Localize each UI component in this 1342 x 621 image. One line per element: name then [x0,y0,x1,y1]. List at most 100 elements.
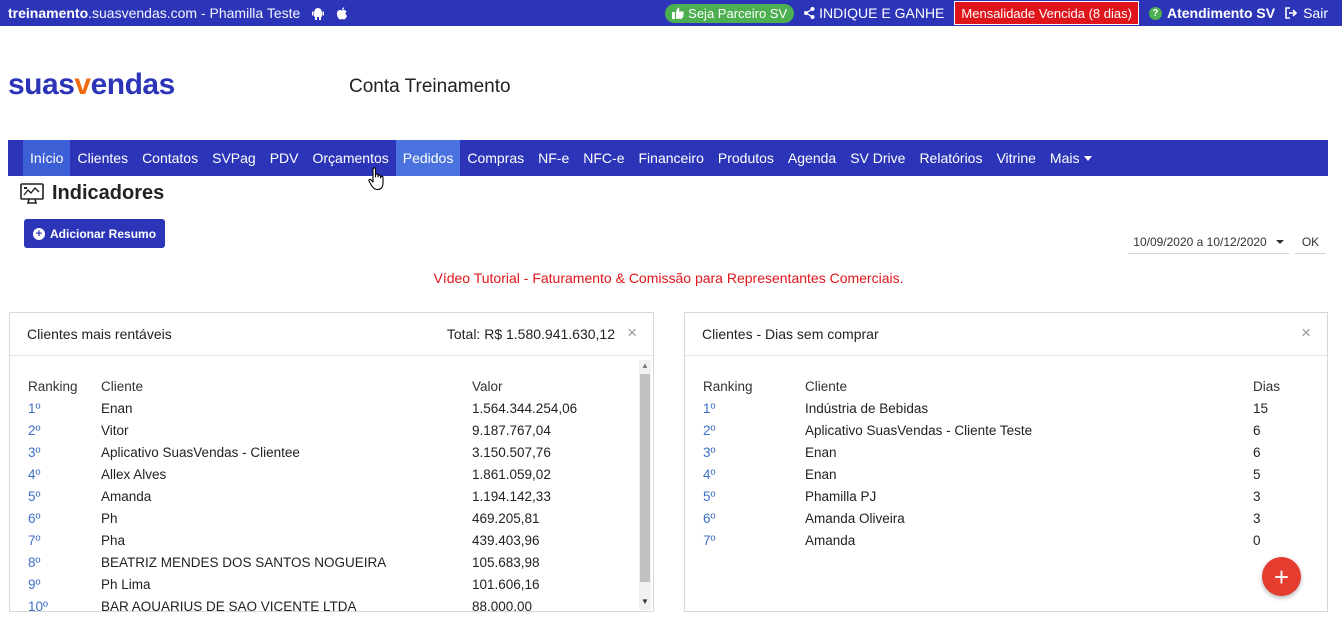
adicionar-resumo-button[interactable]: + Adicionar Resumo [24,219,166,248]
scroll-up-arrow-icon[interactable]: ▲ [641,361,649,370]
table-row[interactable]: 3º Enan 6 [685,441,1327,463]
cell-dias: 5 [1253,466,1261,482]
nav-item-contatos[interactable]: Contatos [135,140,205,176]
cell-ranking: 2º [703,422,716,438]
caret-down-icon [1084,155,1093,161]
panel-scrollbar[interactable]: ▲ ▼ [639,360,651,610]
cell-cliente: Ph Lima [101,576,151,592]
help-icon: ? [1148,6,1162,20]
site-rest: .suasvendas.com - Phamilla Teste [88,5,301,21]
scroll-down-arrow-icon[interactable]: ▼ [641,597,649,606]
cell-ranking: 6º [28,510,41,526]
cell-cliente: Amanda Oliveira [805,510,905,526]
cell-dias: 3 [1253,488,1261,504]
cell-ranking: 3º [28,444,41,460]
clientes-mais-rentaveis-panel: Clientes mais rentáveis Total: R$ 1.580.… [9,312,654,612]
nav-item-nfce[interactable]: NFC-e [576,140,631,176]
apple-icon[interactable] [336,6,348,20]
cell-cliente: Enan [805,466,837,482]
table-row[interactable]: 1º Indústria de Bebidas 15 [685,397,1327,419]
nav-item-relatorios[interactable]: Relatórios [912,140,989,176]
adicionar-resumo-label: Adicionar Resumo [50,226,157,241]
suasvendas-logo[interactable]: suasvendas [8,68,175,102]
col-cliente-header: Cliente [805,378,848,394]
seja-parceiro-button[interactable]: Seja Parceiro SV [665,3,795,23]
nav-item-pedidos[interactable]: Pedidos [395,140,461,176]
close-icon[interactable]: × [627,323,637,343]
indique-e-ganhe-link[interactable]: INDIQUE E GANHE [804,5,944,21]
top-bar: treinamento.suasvendas.com - Phamilla Te… [0,0,1342,26]
mensalidade-vencida-badge[interactable]: Mensalidade Vencida (8 dias) [954,1,1139,25]
nav-item-nfe[interactable]: NF-e [531,140,576,176]
cell-cliente: BAR AQUARIUS DE SAO VICENTE LTDA [101,598,357,612]
cell-ranking: 4º [703,466,716,482]
atendimento-link[interactable]: ? Atendimento SV [1148,5,1275,21]
table-row[interactable]: 8º BEATRIZ MENDES DOS SANTOS NOGUEIRA 105.… [10,551,653,573]
table-row[interactable]: 10º BAR AQUARIUS DE SAO VICENTE LTDA 88.00… [10,595,653,612]
cell-valor: 1.861.059,02 [472,466,551,482]
cell-valor: 9.187.767,04 [472,422,551,438]
nav-item-produtos[interactable]: Produtos [711,140,781,176]
cell-dias: 15 [1253,400,1269,416]
cell-dias: 0 [1253,532,1261,548]
panel-total: Total: R$ 1.580.941.630,12 [446,326,615,342]
video-tutorial-link[interactable]: Vídeo Tutorial - Faturamento & Comissão … [0,270,1337,286]
cell-valor: 3.150.507,76 [472,444,551,460]
col-ranking-header: Ranking [28,378,78,394]
indique-label: INDIQUE E GANHE [819,5,945,21]
rentaveis-table: Ranking Cliente Valor 1º Enan 1.564.344.25… [10,375,653,612]
cell-ranking: 5º [703,488,716,504]
nav-item-vitrine[interactable]: Vitrine [989,140,1042,176]
table-row[interactable]: 7º Pha 439.403,96 [10,529,653,551]
close-icon[interactable]: × [1301,323,1311,343]
date-range-picker[interactable]: 10/09/2020 a 10/12/2020 [1128,230,1289,254]
cell-cliente: Phamilla PJ [805,488,877,504]
table-row[interactable]: 7º Amanda 0 [685,529,1327,551]
col-ranking-header: Ranking [703,378,753,394]
nav-item-sv-drive[interactable]: SV Drive [843,140,912,176]
cell-ranking: 9º [28,576,41,592]
nav-item-agenda[interactable]: Agenda [781,140,843,176]
nav-item-financeiro[interactable]: Financeiro [632,140,711,176]
panel-header: Clientes mais rentáveis Total: R$ 1.580.… [10,313,653,356]
table-row[interactable]: 9º Ph Lima 101.606,16 [10,573,653,595]
hand-cursor-icon [368,167,384,191]
table-row[interactable]: 4º Enan 5 [685,463,1327,485]
android-icon[interactable] [312,7,325,20]
table-row[interactable]: 1º Enan 1.564.344.254,06 [10,397,653,419]
scrollbar-thumb[interactable] [640,374,650,582]
table-row[interactable]: 4º Allex Alves 1.861.059,02 [10,463,653,485]
nav-item-inicio[interactable]: Início [23,140,71,176]
cell-cliente: Vitor [101,422,129,438]
table-row[interactable]: 5º Phamilla PJ 3 [685,485,1327,507]
table-row[interactable]: 3º Aplicativo SuasVendas - Clientee 3.150.… [10,441,653,463]
nav-item-svpag[interactable]: SVPag [205,140,263,176]
caret-down-icon [1275,239,1284,244]
col-valor-header: Valor [472,378,503,394]
indicadores-header: Indicadores [20,182,164,205]
table-row[interactable]: 6º Amanda Oliveira 3 [685,507,1327,529]
nav-item-clientes[interactable]: Clientes [70,140,135,176]
floating-add-button[interactable]: + [1262,557,1301,596]
account-name: Conta Treinamento [349,76,511,97]
cell-cliente: Aplicativo SuasVendas - Clientee [101,444,300,460]
nav-item-mais[interactable]: Mais [1043,140,1100,176]
table-row[interactable]: 2º Vitor 9.187.767,04 [10,419,653,441]
col-cliente-header: Cliente [101,378,144,394]
cell-ranking: 1º [28,400,41,416]
cell-cliente: Aplicativo SuasVendas - Cliente Teste [805,422,1033,438]
table-header-row: Ranking Cliente Valor [10,375,653,397]
nav-item-pdv[interactable]: PDV [263,140,306,176]
table-row[interactable]: 6º Ph 469.205,81 [10,507,653,529]
page-title: Indicadores [52,182,165,204]
cell-valor: 1.564.344.254,06 [472,400,578,416]
ok-button[interactable]: OK [1295,230,1326,254]
sair-link[interactable]: Sair [1285,5,1328,21]
plus-circle-icon: + [33,227,45,240]
cell-cliente: Amanda [805,532,856,548]
table-row[interactable]: 5º Amanda 1.194.142,33 [10,485,653,507]
cell-cliente: Ph [101,510,118,526]
table-row[interactable]: 2º Aplicativo SuasVendas - Cliente Teste 6 [685,419,1327,441]
seja-parceiro-label: Seja Parceiro SV [688,5,788,21]
nav-item-compras[interactable]: Compras [460,140,531,176]
